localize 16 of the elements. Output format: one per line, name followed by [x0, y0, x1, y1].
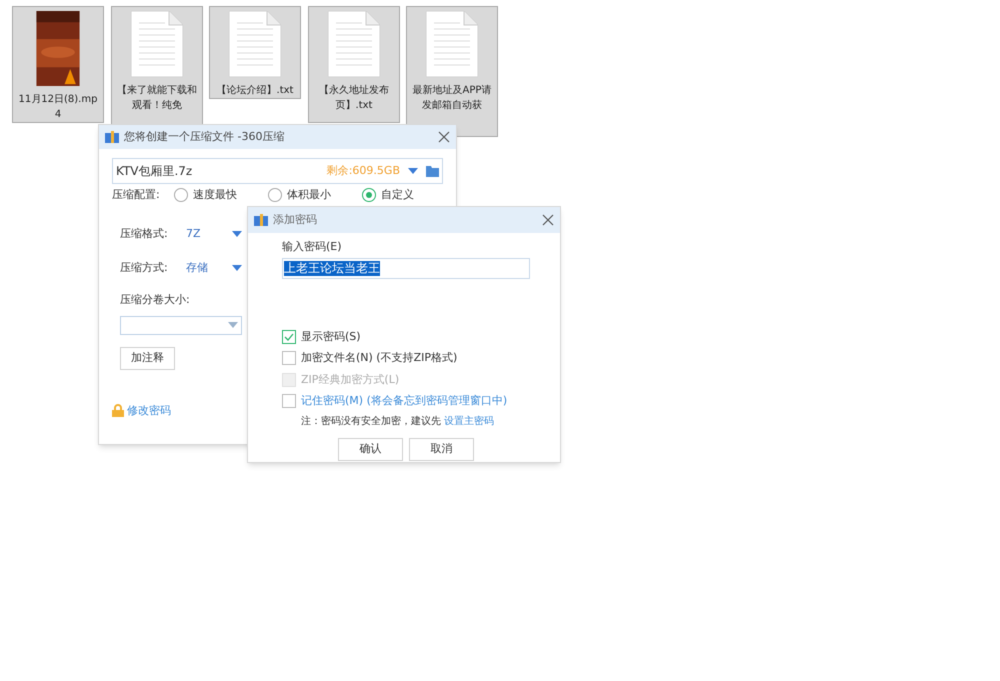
file-name-value: KTV包厢里.7z [116, 163, 194, 180]
method-label: 压缩方式: [120, 260, 169, 276]
config-label: 压缩配置: [112, 188, 161, 202]
checkbox-option: ZIP经典加密方式(L) [282, 372, 530, 388]
file-name: 11月12日(8).mp4 [18, 93, 98, 122]
file-name: 最新地址及APP请发邮箱自动获 [412, 84, 492, 113]
file-name: 【永久地址发布页】.txt [318, 84, 390, 113]
window-title: 添加密码 [273, 212, 318, 228]
note-text: 注：密码没有安全加密，建议先 [301, 414, 441, 428]
volume-label: 压缩分卷大小: [120, 293, 190, 306]
password-value: 上老王论坛当老王 [284, 260, 380, 276]
password-label: 输入密码(E) [282, 240, 342, 253]
format-label: 压缩格式: [120, 226, 169, 242]
file-name: 【论坛介绍】.txt [216, 84, 294, 98]
free-space: 剩余:609.5GB [326, 162, 400, 179]
file-name: 【来了就能下载和观看！纯免 [116, 84, 198, 113]
